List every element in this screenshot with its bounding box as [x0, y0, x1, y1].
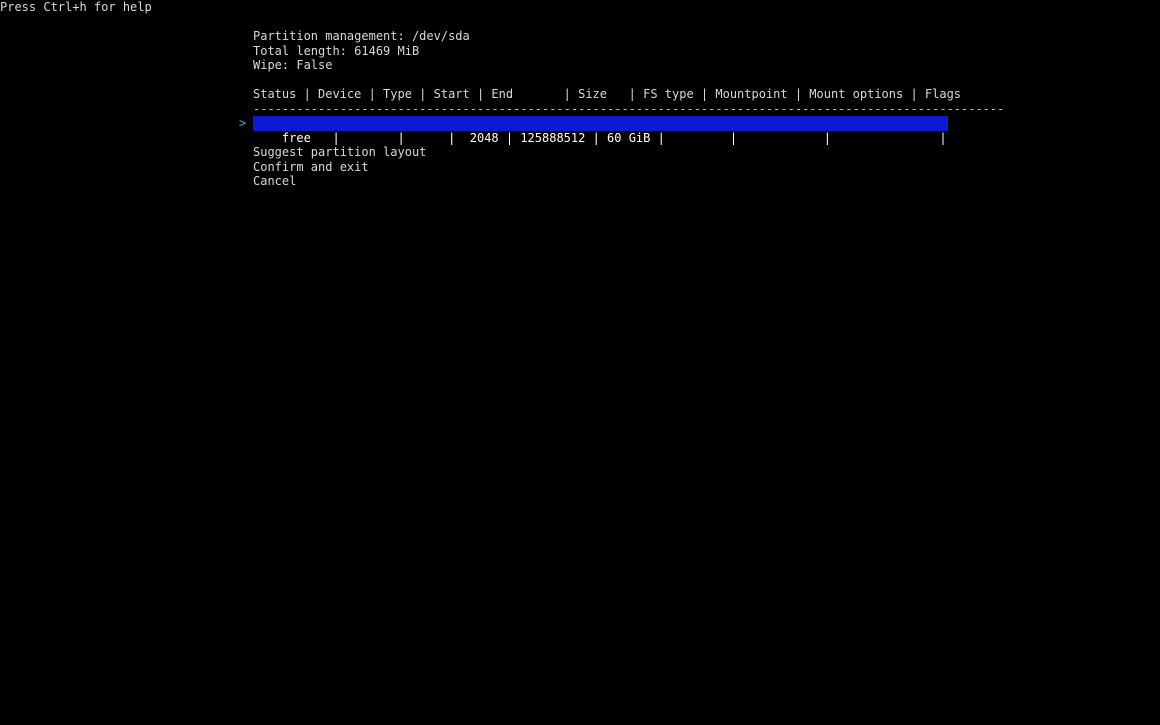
wipe-status-label: Wipe: False [253, 58, 333, 72]
suggest-partition-layout-option[interactable]: Suggest partition layout [253, 145, 426, 160]
cancel-option[interactable]: Cancel [253, 174, 296, 189]
total-length-label: Total length: 61469 MiB [253, 43, 420, 58]
terminal-screen: Press Ctrl+h for help Partition manageme… [0, 0, 1160, 725]
table-header: Status | Device | Type | Start | End | S… [253, 87, 962, 101]
table-row[interactable]: free | | | 2048 | 125888512 | 60 GiB | |… [253, 116, 948, 145]
help-hint: Press Ctrl+h for help [0, 0, 152, 14]
confirm-and-exit-option[interactable]: Confirm and exit [253, 160, 369, 175]
selection-cursor-icon: > [239, 116, 247, 130]
table-separator: ----------------------------------------… [253, 101, 1005, 116]
table-row-text: free | | | 2048 | 125888512 | 60 GiB | |… [281, 130, 947, 145]
page-title: Partition management: /dev/sda [253, 29, 470, 43]
